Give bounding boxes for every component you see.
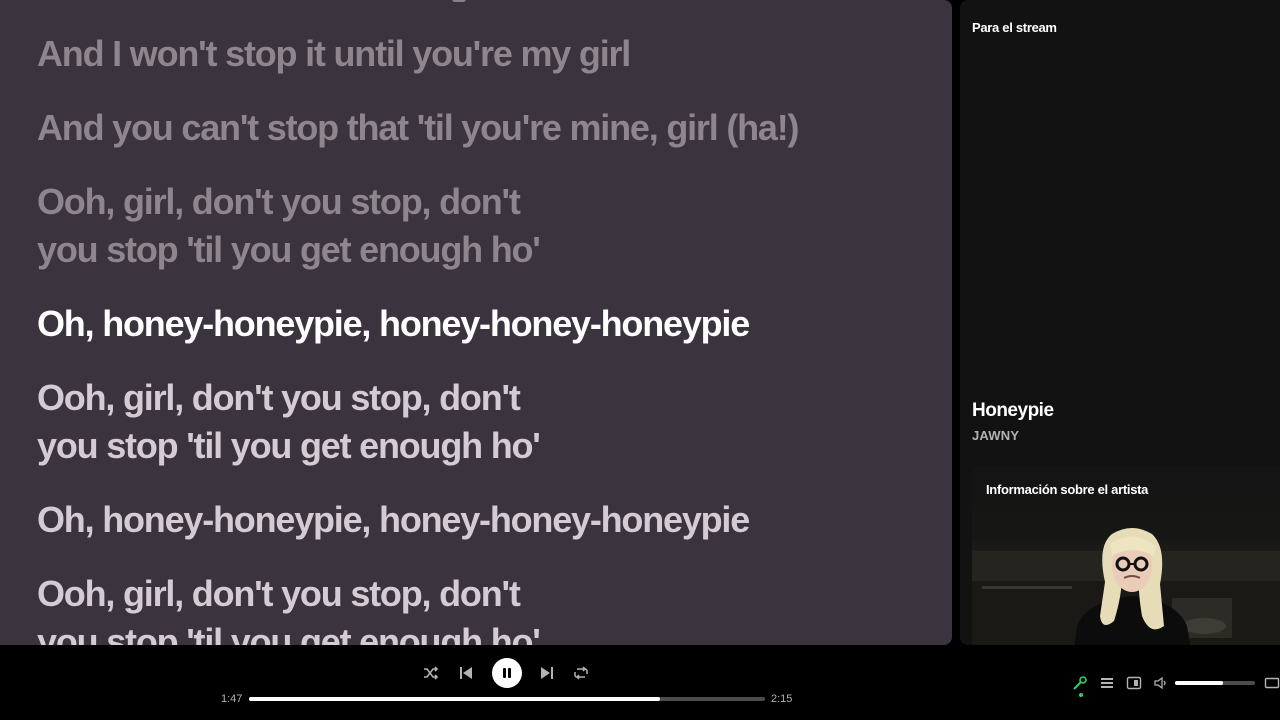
playlist-name[interactable]: Para el stream bbox=[972, 20, 1057, 35]
artist-info-card[interactable]: Información sobre el artista bbox=[972, 466, 1280, 645]
now-playing-view: Para el stream Honeypie JAWNY Informació… bbox=[960, 0, 1280, 645]
next-icon[interactable] bbox=[538, 664, 556, 682]
progress-bar[interactable] bbox=[249, 697, 765, 701]
volume-fill bbox=[1175, 681, 1223, 685]
pause-icon bbox=[503, 668, 511, 678]
lyrics-panel: And I won't stop it until you're my girl… bbox=[0, 0, 952, 645]
pause-button[interactable] bbox=[492, 658, 522, 688]
lyrics-list: And I won't stop it until you're my girl… bbox=[37, 30, 917, 645]
volume-icon[interactable] bbox=[1152, 674, 1170, 692]
lyric-line-active[interactable]: Oh, honey-honeypie, honey-honey-honeypie bbox=[37, 300, 917, 348]
elapsed-time: 1:47 bbox=[221, 693, 243, 705]
miniplayer-icon[interactable] bbox=[1264, 674, 1280, 692]
previous-icon[interactable] bbox=[457, 664, 475, 682]
queue-icon[interactable] bbox=[1098, 674, 1116, 692]
lyrics-active-dot bbox=[1079, 693, 1083, 697]
lyric-line[interactable]: Ooh, girl, don't you stop, don't you sto… bbox=[37, 570, 917, 645]
lyric-line[interactable]: Oh, honey-honeypie, honey-honey-honeypie bbox=[37, 496, 917, 544]
progress-fill bbox=[249, 697, 661, 701]
lyric-line[interactable]: Ooh, girl, don't you stop, don't you sto… bbox=[37, 374, 917, 470]
song-title[interactable]: Honeypie bbox=[972, 400, 1054, 422]
scroll-indicator bbox=[452, 0, 466, 2]
song-artist[interactable]: JAWNY bbox=[972, 428, 1019, 443]
lyric-line[interactable]: Ooh, girl, don't you stop, don't you sto… bbox=[37, 178, 917, 274]
lyric-line[interactable]: And you can't stop that 'til you're mine… bbox=[37, 104, 917, 152]
repeat-icon[interactable] bbox=[572, 664, 590, 682]
lyric-line[interactable]: And I won't stop it until you're my girl bbox=[37, 30, 917, 78]
duration-time: 2:15 bbox=[771, 693, 793, 705]
player-bar: 1:47 2:15 bbox=[0, 645, 1280, 720]
connect-device-icon[interactable] bbox=[1125, 674, 1143, 692]
volume-slider[interactable] bbox=[1175, 681, 1255, 685]
shuffle-icon[interactable] bbox=[422, 664, 440, 682]
microphone-icon[interactable] bbox=[1071, 674, 1089, 692]
artist-card-title: Información sobre el artista bbox=[986, 482, 1149, 497]
